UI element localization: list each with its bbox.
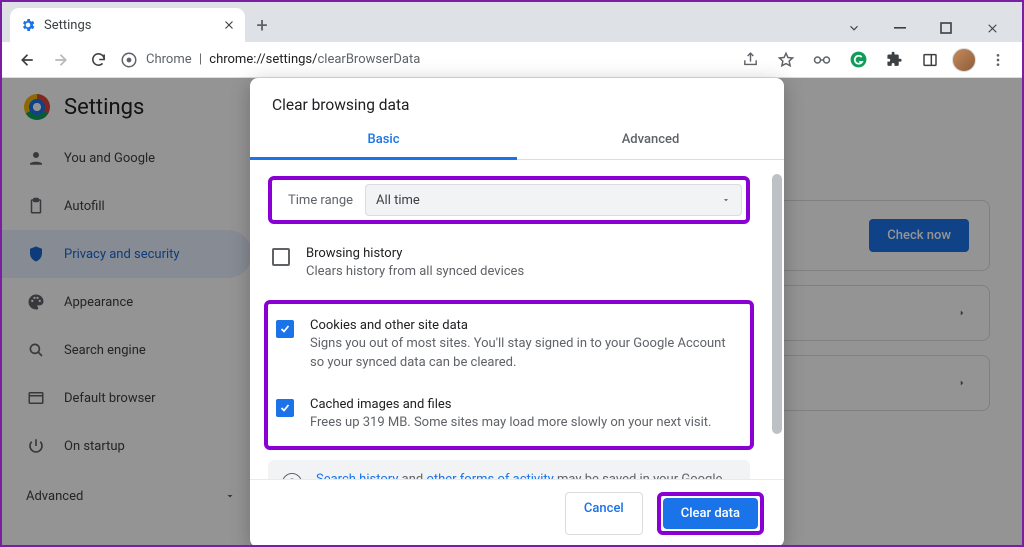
time-range-label: Time range xyxy=(276,187,365,214)
search-history-link[interactable]: Search history xyxy=(316,472,398,479)
time-range-row: Time range All time xyxy=(268,176,750,224)
browser-window: Settings + Chrome | chrome://settings/cl… xyxy=(0,0,1024,547)
checkbox-checked[interactable] xyxy=(276,320,294,338)
extension-icon[interactable] xyxy=(808,46,836,74)
tab-basic[interactable]: Basic xyxy=(250,122,517,159)
time-range-value: All time xyxy=(376,193,420,208)
google-activity-banner: G Search history and other forms of acti… xyxy=(268,460,750,479)
address-bar[interactable]: Chrome | chrome://settings/clearBrowserD… xyxy=(120,46,728,74)
cancel-button[interactable]: Cancel xyxy=(565,492,643,535)
dialog-scrollbar[interactable] xyxy=(772,174,782,471)
dialog-body: Time range All time Browsing history Cle… xyxy=(250,160,784,479)
option-title: Browsing history xyxy=(306,246,524,261)
checkbox-checked[interactable] xyxy=(276,399,294,417)
titlebar: Settings + xyxy=(2,2,1022,42)
checkbox-unchecked[interactable] xyxy=(272,248,290,266)
close-window-button[interactable] xyxy=(970,14,1014,42)
browser-toolbar: Chrome | chrome://settings/clearBrowserD… xyxy=(2,42,1022,78)
option-desc: Signs you out of most sites. You'll stay… xyxy=(310,335,742,373)
grammarly-icon[interactable] xyxy=(844,46,872,74)
chevron-down-icon[interactable] xyxy=(832,14,876,42)
tab-title: Settings xyxy=(44,18,215,33)
dialog-title: Clear browsing data xyxy=(250,78,784,122)
option-cache[interactable]: Cached images and files Frees up 319 MB.… xyxy=(268,385,750,445)
profile-avatar[interactable] xyxy=(952,48,976,72)
forward-button[interactable] xyxy=(48,46,76,74)
window-controls xyxy=(832,10,1014,42)
other-activity-link[interactable]: other forms of activity xyxy=(426,472,553,479)
time-range-select[interactable]: All time xyxy=(365,184,742,216)
share-icon[interactable] xyxy=(736,46,764,74)
option-browsing-history[interactable]: Browsing history Clears history from all… xyxy=(250,234,768,294)
option-desc: Frees up 319 MB. Some sites may load mor… xyxy=(310,414,711,433)
content-area: Settings You and Google Autofill Privacy… xyxy=(2,78,1022,547)
chrome-site-icon xyxy=(120,51,138,69)
new-tab-button[interactable]: + xyxy=(245,8,279,42)
star-icon[interactable] xyxy=(772,46,800,74)
back-button[interactable] xyxy=(12,46,40,74)
clear-data-highlight: Clear data xyxy=(657,492,764,535)
highlighted-options: Cookies and other site data Signs you ou… xyxy=(264,300,754,451)
kebab-menu-icon[interactable] xyxy=(984,46,1012,74)
browser-tab[interactable]: Settings xyxy=(10,8,245,42)
option-title: Cached images and files xyxy=(310,397,711,412)
url-text: Chrome | chrome://settings/clearBrowserD… xyxy=(146,52,420,67)
clear-browsing-data-dialog: Clear browsing data Basic Advanced Time … xyxy=(250,78,784,547)
extensions-icon[interactable] xyxy=(880,46,908,74)
gear-icon xyxy=(20,17,36,33)
tab-advanced[interactable]: Advanced xyxy=(517,122,784,159)
google-g-icon: G xyxy=(282,473,302,479)
side-panel-icon[interactable] xyxy=(916,46,944,74)
maximize-button[interactable] xyxy=(924,14,968,42)
dialog-footer: Cancel Clear data xyxy=(250,479,784,547)
close-tab-icon[interactable] xyxy=(223,19,235,31)
minimize-button[interactable] xyxy=(878,14,922,42)
clear-data-button[interactable]: Clear data xyxy=(663,498,758,529)
option-title: Cookies and other site data xyxy=(310,318,742,333)
caret-down-icon xyxy=(721,195,731,205)
banner-text: Search history and other forms of activi… xyxy=(316,472,736,479)
reload-button[interactable] xyxy=(84,46,112,74)
option-desc: Clears history from all synced devices xyxy=(306,263,524,282)
option-cookies[interactable]: Cookies and other site data Signs you ou… xyxy=(268,306,750,385)
dialog-tabs: Basic Advanced xyxy=(250,122,784,160)
